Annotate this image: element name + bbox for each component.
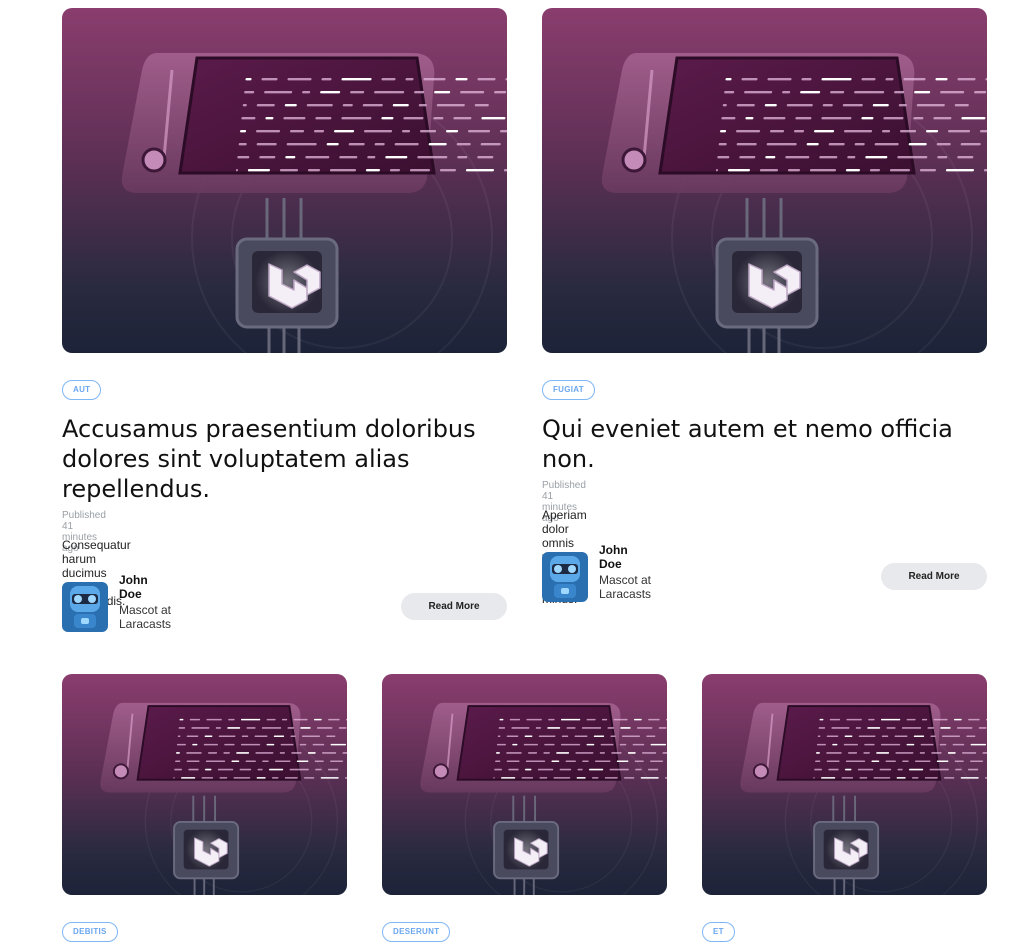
post-thumbnail[interactable] <box>702 674 987 895</box>
read-more-button[interactable]: Read More <box>401 593 507 620</box>
post-author: John Doe Mascot at Laracasts <box>542 543 652 602</box>
author-avatar <box>542 552 588 602</box>
post-category-tag[interactable]: ET <box>702 922 735 942</box>
post-thumbnail[interactable] <box>382 674 667 895</box>
post-category-tag[interactable]: DEBITIS <box>62 922 118 942</box>
read-more-button[interactable]: Read More <box>881 563 987 590</box>
author-name: John Doe <box>119 573 148 601</box>
post-category-tag[interactable]: FUGIAT <box>542 380 595 400</box>
post-title[interactable]: Qui eveniet autem et nemo officia non. <box>542 414 962 474</box>
author-role: Mascot at Laracasts <box>119 603 172 631</box>
post-title[interactable]: Accusamus praesentium doloribus dolores … <box>62 414 502 504</box>
author-avatar <box>62 582 108 632</box>
author-role: Mascot at Laracasts <box>599 573 652 601</box>
author-name: John Doe <box>599 543 628 571</box>
post-category-tag[interactable]: DESERUNT <box>382 922 451 942</box>
post-thumbnail[interactable] <box>62 8 507 353</box>
post-thumbnail[interactable] <box>542 8 987 353</box>
post-author: John Doe Mascot at Laracasts <box>62 573 172 632</box>
post-category-tag[interactable]: AUT <box>62 380 102 400</box>
post-thumbnail[interactable] <box>62 674 347 895</box>
